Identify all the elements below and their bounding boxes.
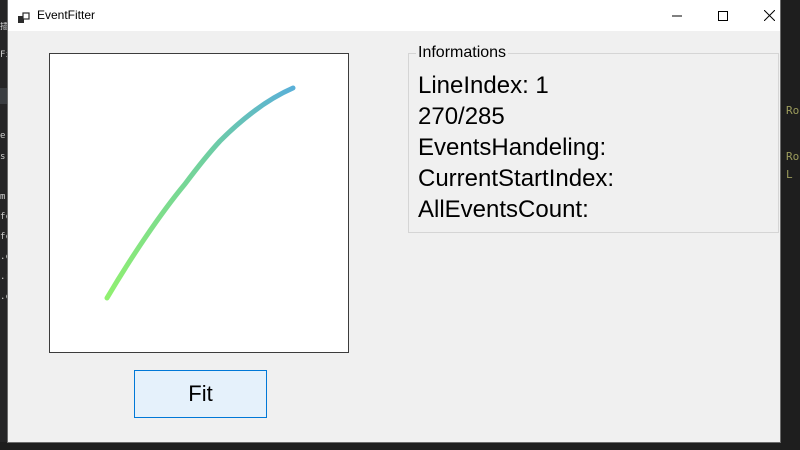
fit-curve-shadow bbox=[105, 86, 295, 300]
background-ide-right: Ro Ro L bbox=[780, 0, 800, 450]
background-highlight bbox=[0, 88, 8, 104]
background-glyph: e bbox=[0, 131, 6, 141]
background-glyph: Ro bbox=[786, 150, 800, 163]
background-ide-left: 插 Fi e s m fc fc .c .r .c bbox=[0, 0, 8, 450]
fit-button[interactable]: Fit bbox=[134, 370, 267, 418]
info-lines: LineIndex: 1 270/285 EventsHandeling: Cu… bbox=[418, 70, 614, 225]
close-icon bbox=[763, 10, 775, 21]
close-button[interactable] bbox=[746, 0, 792, 31]
minimize-button[interactable] bbox=[654, 0, 700, 31]
all-events-count-label: AllEventsCount: bbox=[418, 196, 589, 223]
background-glyph: m bbox=[0, 192, 6, 202]
background-glyph: Fi bbox=[0, 50, 8, 60]
minimize-icon bbox=[672, 15, 682, 16]
background-glyph: s bbox=[0, 152, 6, 162]
window-title: EventFitter bbox=[37, 8, 96, 22]
background-glyph: fc bbox=[0, 232, 8, 242]
current-start-index-label: CurrentStartIndex: bbox=[418, 165, 615, 192]
client-area: Fit Informations LineIndex: 1 270/285 Ev… bbox=[8, 31, 780, 442]
progress-label: 270/285 bbox=[418, 103, 505, 130]
background-glyph: .c bbox=[0, 252, 8, 262]
informations-groupbox: Informations LineIndex: 1 270/285 Events… bbox=[408, 44, 779, 233]
line-index-label: LineIndex: 1 bbox=[418, 72, 549, 99]
background-glyph: Ro bbox=[786, 104, 800, 117]
fit-plot-picturebox bbox=[49, 53, 349, 353]
maximize-icon bbox=[718, 10, 728, 21]
groupbox-title: Informations bbox=[416, 44, 509, 62]
events-handeling-label: EventsHandeling: bbox=[418, 134, 607, 161]
fit-curve bbox=[104, 85, 296, 301]
background-ide-bottom bbox=[0, 442, 800, 450]
maximize-button[interactable] bbox=[700, 0, 746, 31]
eventfitter-window: EventFitter Fit Informations LineIndex: … bbox=[8, 0, 780, 442]
background-glyph: fc bbox=[0, 212, 8, 222]
title-bar[interactable]: EventFitter bbox=[8, 0, 780, 31]
background-glyph: .c bbox=[0, 292, 8, 302]
app-icon[interactable] bbox=[18, 9, 30, 23]
background-glyph: .r bbox=[0, 272, 8, 282]
background-glyph: 插 bbox=[0, 22, 8, 32]
fit-plot bbox=[104, 85, 296, 301]
background-glyph: L bbox=[786, 168, 793, 181]
